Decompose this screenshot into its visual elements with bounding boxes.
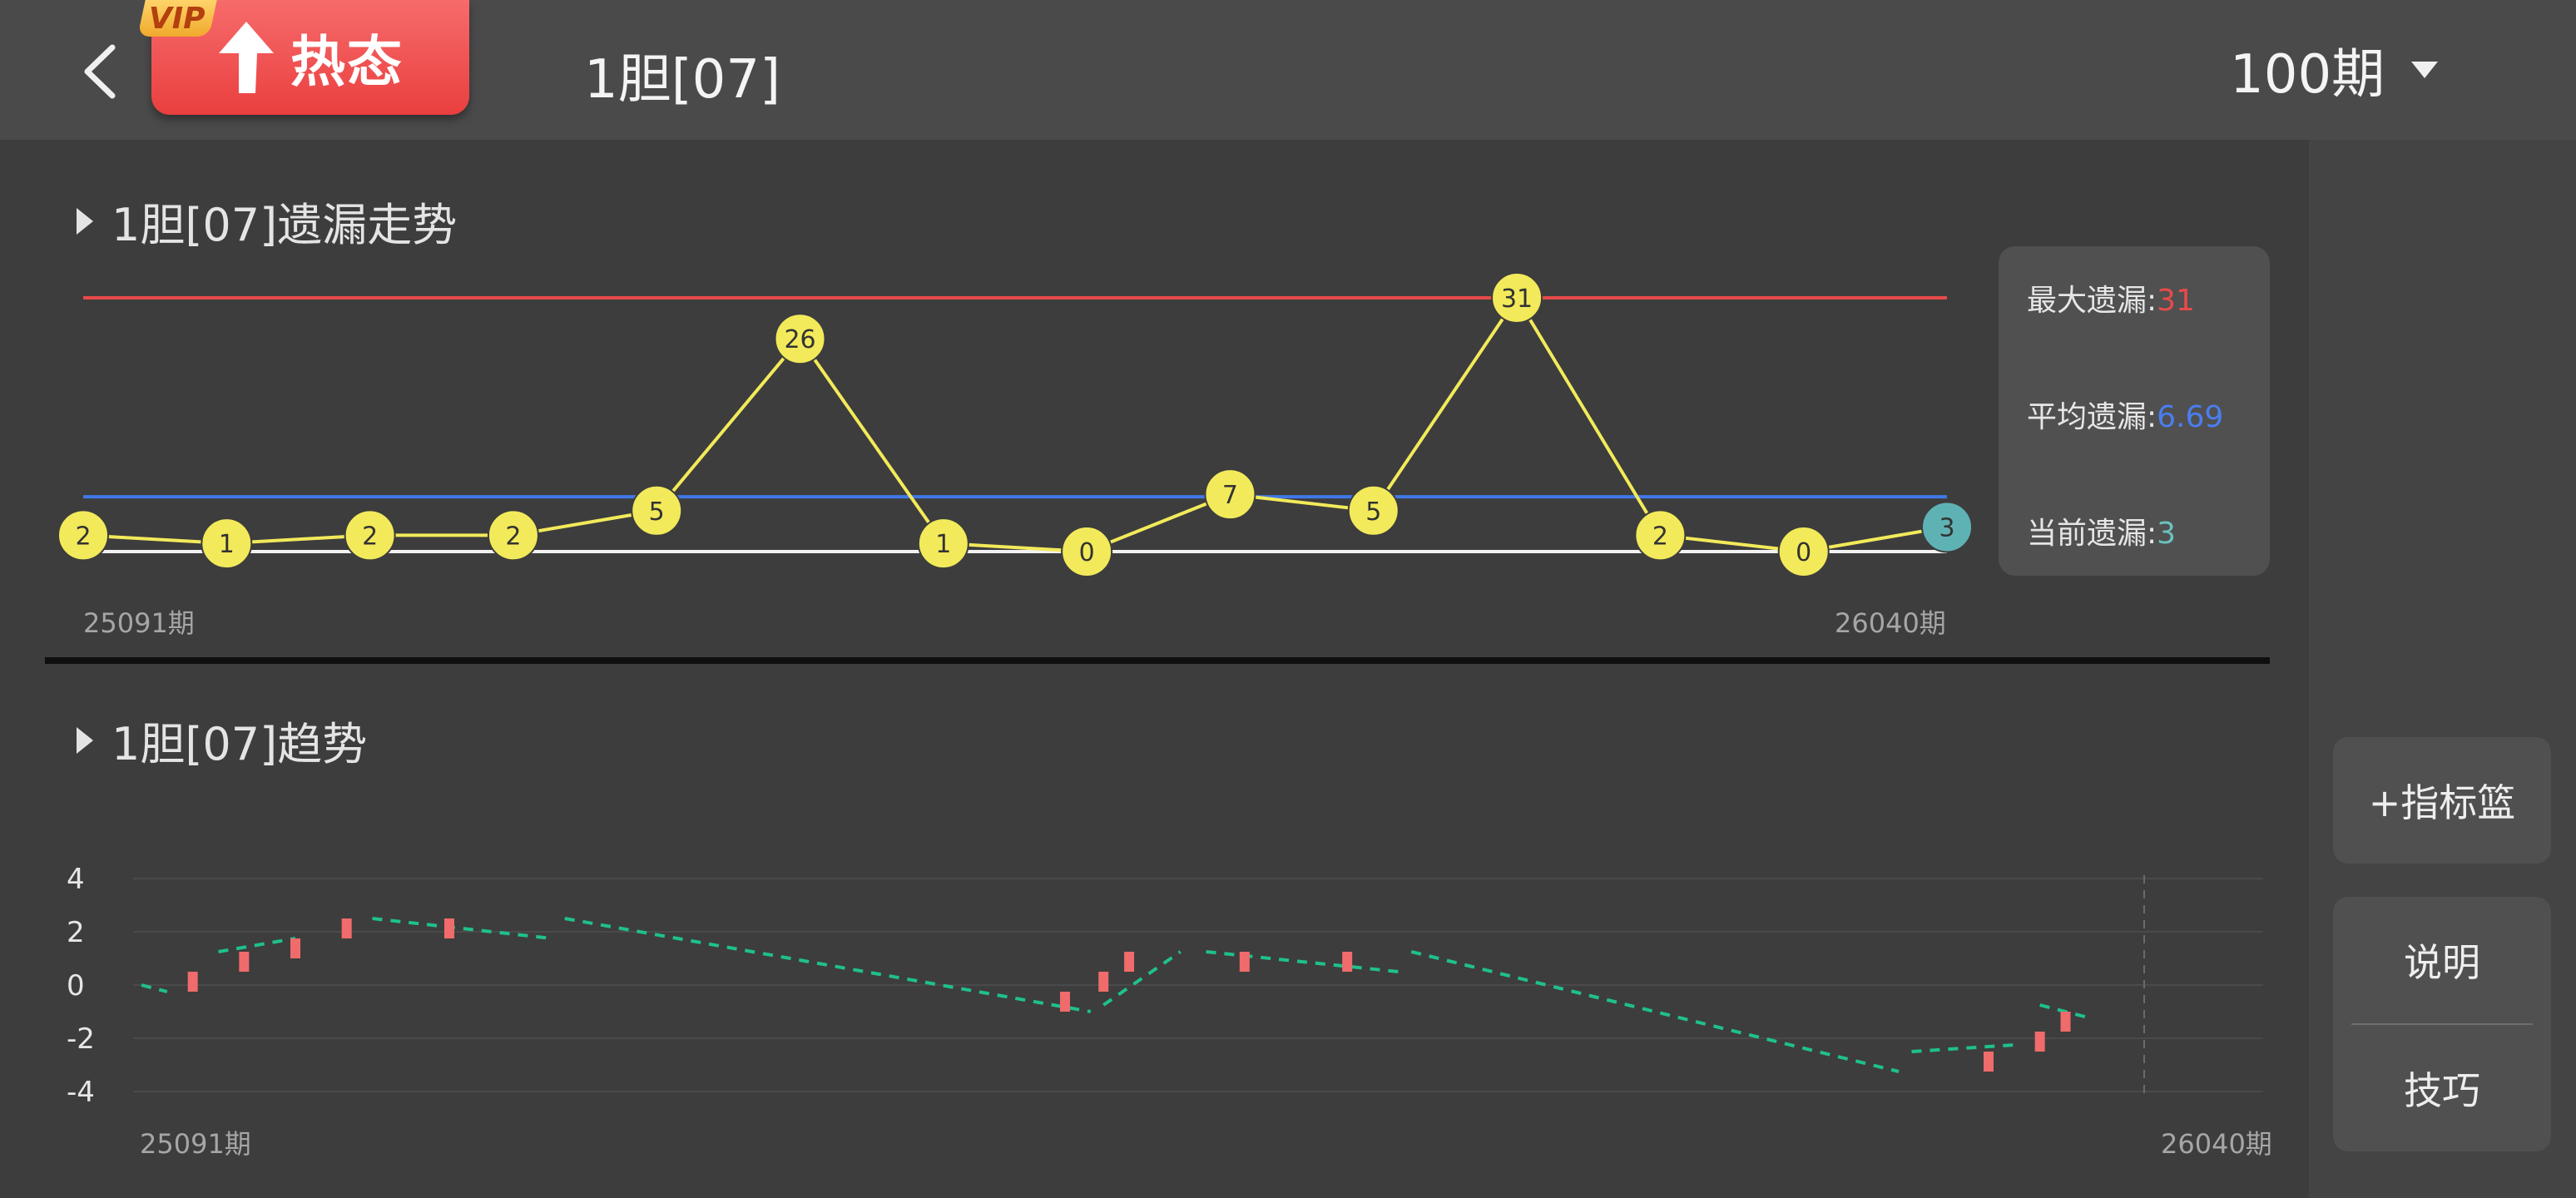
trend-line-segment xyxy=(1911,1043,2014,1053)
trend-line-segment xyxy=(1410,950,1900,1073)
trend-x-start-label: 25091期 xyxy=(140,1128,251,1160)
indicator-basket-label: +指标篮 xyxy=(2368,780,2516,825)
trend-candle xyxy=(444,918,454,938)
trend-candle xyxy=(1098,972,1109,992)
trend-candle xyxy=(2034,1032,2045,1052)
trend-line-segment xyxy=(141,983,168,993)
trend-x-end-label: 26040期 xyxy=(2161,1128,2272,1160)
trend-candle xyxy=(239,952,250,972)
tips-button[interactable]: 技巧 xyxy=(2333,1025,2551,1151)
trend-chart: 4 2 0 -2 -4 xyxy=(67,863,2263,1109)
trend-candle xyxy=(1342,952,1353,972)
trend-candle xyxy=(1060,992,1070,1012)
trend-y-tick-label: -4 xyxy=(67,1076,95,1109)
trend-y-tick-label: 0 xyxy=(67,969,85,1002)
trend-y-tick-label: 4 xyxy=(67,863,85,896)
caret-down-icon xyxy=(2411,62,2439,78)
trend-candle xyxy=(341,918,352,938)
trend-candle xyxy=(2060,1012,2071,1032)
explain-label: 说明 xyxy=(2404,940,2480,985)
trend-y-tick-label: -2 xyxy=(67,1022,95,1056)
trend-line-segment xyxy=(372,917,552,940)
trend-line-segment xyxy=(1102,950,1181,1007)
trend-candle xyxy=(1124,952,1135,972)
trend-candle xyxy=(290,938,300,958)
trend-candle xyxy=(187,972,198,992)
trend-candle xyxy=(1984,1052,1994,1072)
trend-candle xyxy=(1239,952,1250,972)
tips-label: 技巧 xyxy=(2404,1068,2480,1113)
explain-button[interactable]: 说明 xyxy=(2333,897,2551,1023)
trend-line-segment xyxy=(1206,950,1399,973)
trend-y-tick-label: 2 xyxy=(67,916,85,949)
trend-line-segment xyxy=(218,937,296,953)
indicator-basket-button[interactable]: +指标篮 xyxy=(2333,737,2551,864)
